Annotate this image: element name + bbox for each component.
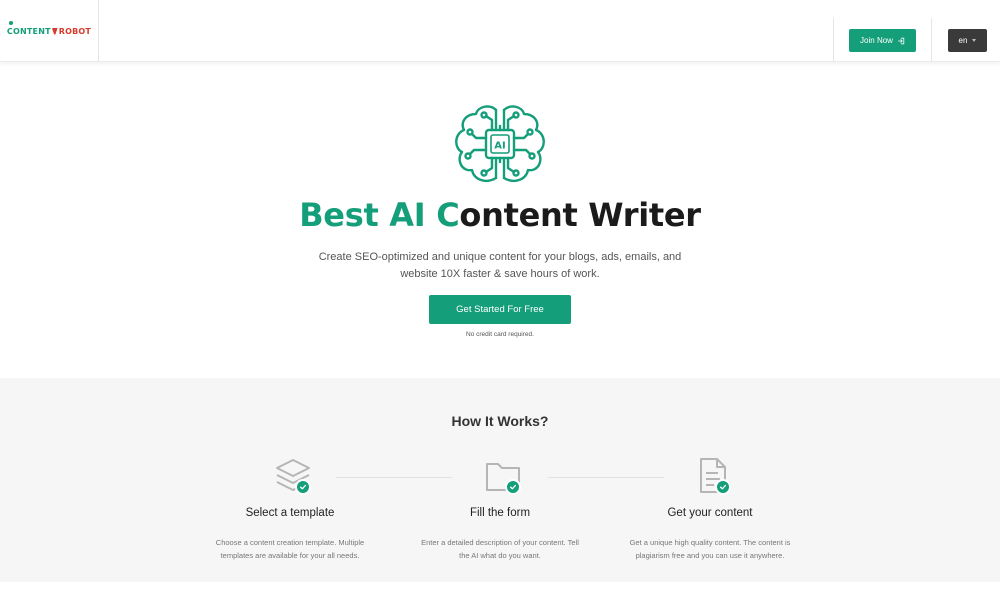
- step-connector-line: [548, 477, 664, 478]
- language-selected-value: en: [958, 36, 968, 45]
- step-connector-line: [336, 477, 452, 478]
- hero-subtitle: Create SEO-optimized and unique content …: [300, 249, 700, 282]
- hero-title-accent: Best AI C: [299, 196, 460, 234]
- step-desc-line: Get a unique high quality content. The c…: [629, 538, 791, 547]
- join-now-label: Join Now: [860, 36, 893, 45]
- step-desc-line: plagiarism free and you can use it anywh…: [635, 551, 785, 560]
- step-title-get-content: Get your content: [667, 507, 753, 519]
- hero-subtitle-line1: Create SEO-optimized and unique content …: [318, 251, 682, 263]
- step-desc-line: templates are available for your all nee…: [220, 551, 360, 560]
- step-title-fill-form: Fill the form: [469, 507, 531, 519]
- step-desc-select-template: Choose a content creation template. Mult…: [190, 536, 390, 562]
- hero-title: Best AI Content Writer: [0, 196, 1000, 234]
- get-started-button[interactable]: Get Started For Free: [429, 295, 571, 324]
- step-desc-get-content: Get a unique high quality content. The c…: [610, 536, 810, 562]
- join-now-button[interactable]: Join Now: [849, 29, 916, 52]
- logo-sparkle-icon: [8, 20, 13, 25]
- hero-title-rest: ontent Writer: [459, 196, 701, 234]
- step-desc-line: Enter a detailed description of your con…: [421, 538, 579, 547]
- sign-in-icon: [898, 37, 905, 44]
- logo-text-content: CONTENT: [6, 26, 51, 36]
- how-it-works-title: How It Works?: [451, 413, 549, 429]
- logo-container[interactable]: CONTENT ROBOT: [0, 0, 99, 62]
- step-desc-line: Choose a content creation template. Mult…: [215, 538, 365, 547]
- step-desc-fill-form: Enter a detailed description of your con…: [400, 536, 600, 562]
- check-icon: [295, 479, 311, 495]
- check-icon: [715, 479, 731, 495]
- hero-subtitle-line2: website 10X faster & save hours of work.: [400, 267, 600, 280]
- step-title-select-template: Select a template: [245, 507, 335, 519]
- logo-text-robot: ROBOT: [58, 26, 92, 36]
- ai-brain-icon: AI: [455, 105, 545, 182]
- ai-chip-label: AI: [494, 141, 505, 152]
- logo-robot-icon: [51, 27, 58, 35]
- step-desc-line: the AI what do you want.: [459, 551, 541, 560]
- site-logo[interactable]: CONTENT ROBOT: [6, 20, 92, 36]
- check-icon: [505, 479, 521, 495]
- no-credit-card-note: No credit card required.: [466, 331, 534, 338]
- language-selector[interactable]: en: [948, 29, 987, 52]
- caret-down-icon: [972, 39, 977, 42]
